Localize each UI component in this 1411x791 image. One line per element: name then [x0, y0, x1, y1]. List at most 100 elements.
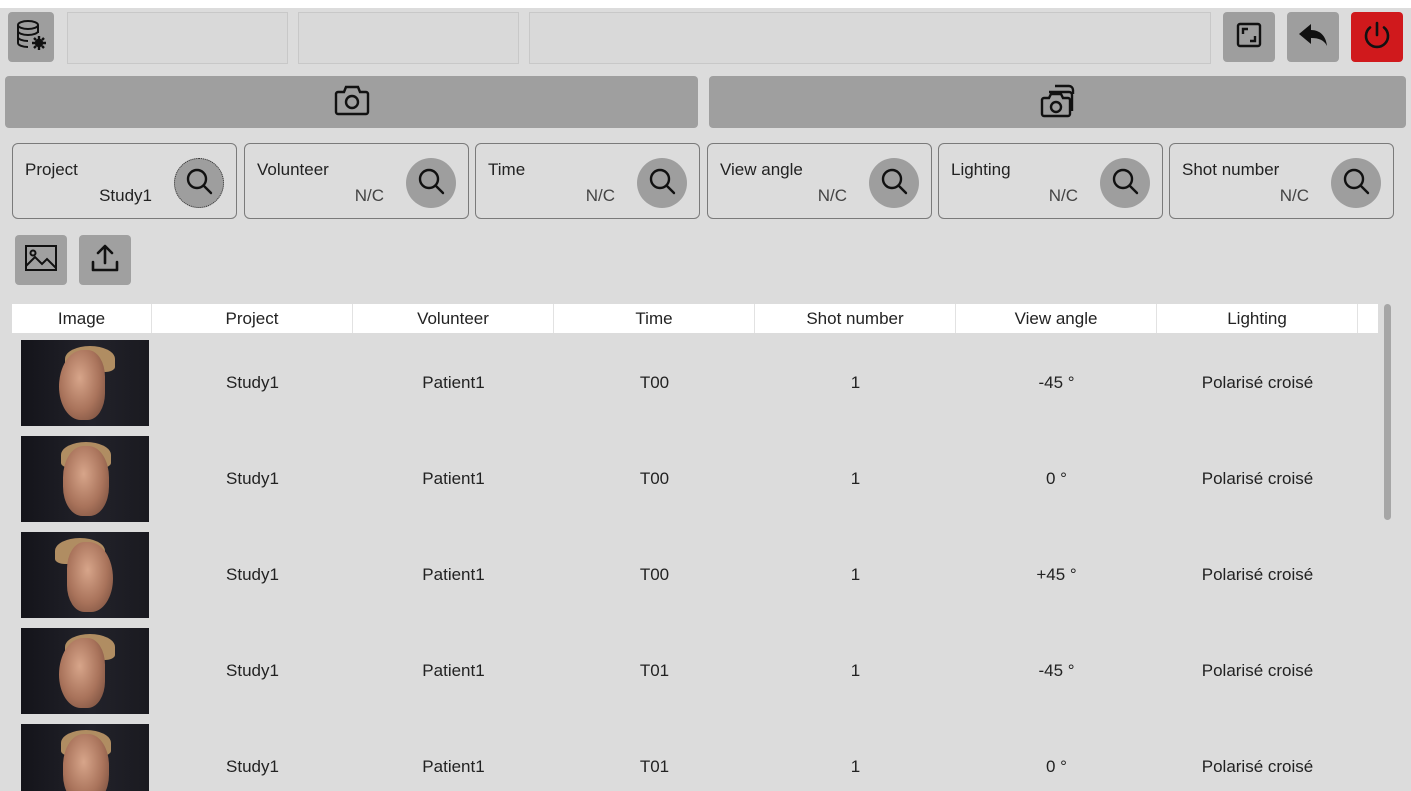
- upload-icon: [89, 242, 121, 279]
- filter-project: Project Study1: [12, 143, 237, 219]
- search-icon: [647, 166, 677, 201]
- cell-volunteer: Patient1: [422, 373, 485, 392]
- cell-view-angle: 0 °: [1046, 757, 1067, 776]
- filter-value: N/C: [1279, 186, 1309, 205]
- cell-time: T00: [639, 373, 670, 392]
- filter-time-search-button[interactable]: [637, 158, 687, 208]
- filter-lighting-search-button[interactable]: [1100, 158, 1150, 208]
- filter-shot-number: Shot number N/C: [1169, 143, 1394, 219]
- thumbnail-image: [21, 340, 149, 426]
- cell-time: T01: [639, 661, 670, 680]
- image-icon: [24, 244, 58, 277]
- filter-label: Lighting: [951, 160, 1011, 179]
- filter-value: N/C: [354, 186, 384, 205]
- table-row[interactable]: Study1 Patient1 T00 1 +45 ° Polarisé cro…: [12, 527, 1378, 623]
- filter-value: Study1: [99, 186, 152, 205]
- database-settings-button[interactable]: [8, 12, 54, 62]
- column-header-shot-number[interactable]: Shot number: [755, 304, 956, 333]
- cell-volunteer: Patient1: [422, 757, 485, 776]
- search-icon: [184, 166, 214, 201]
- upload-button[interactable]: [79, 235, 131, 285]
- cell-time: T01: [639, 757, 670, 776]
- image-cell: [12, 532, 152, 618]
- column-header-view-angle[interactable]: View angle: [956, 304, 1157, 333]
- search-icon: [1110, 166, 1140, 201]
- filter-view-angle-search-button[interactable]: [869, 158, 919, 208]
- thumbnail-image: [21, 628, 149, 714]
- filter-value: N/C: [817, 186, 847, 205]
- status-field-2: [298, 12, 519, 64]
- table-row[interactable]: Study1 Patient1 T01 1 -45 ° Polarisé cro…: [12, 623, 1378, 719]
- cell-view-angle: -45 °: [1038, 661, 1075, 680]
- column-header-time[interactable]: Time: [554, 304, 755, 333]
- cell-project: Study1: [226, 373, 279, 392]
- column-header-volunteer[interactable]: Volunteer: [353, 304, 554, 333]
- filter-label: Project: [25, 160, 78, 179]
- filter-label: Volunteer: [257, 160, 329, 179]
- cell-project: Study1: [226, 469, 279, 488]
- filter-value: N/C: [1048, 186, 1078, 205]
- back-arrow-icon: [1297, 21, 1329, 54]
- table-scrollbar-thumb[interactable]: [1384, 304, 1391, 520]
- capture-single-button[interactable]: [5, 76, 698, 128]
- cell-lighting: Polarisé croisé: [1201, 565, 1314, 584]
- status-field-3: [529, 12, 1211, 64]
- capture-multi-button[interactable]: [709, 76, 1406, 128]
- app-window: Project Study1 Volunteer N/C Time N/C Vi…: [0, 0, 1411, 791]
- column-header-image[interactable]: Image: [12, 304, 152, 333]
- filter-shot-number-search-button[interactable]: [1331, 158, 1381, 208]
- fullscreen-icon: [1234, 20, 1264, 55]
- cell-volunteer: Patient1: [422, 565, 485, 584]
- filter-volunteer: Volunteer N/C: [244, 143, 469, 219]
- image-cell: [12, 436, 152, 522]
- view-image-button[interactable]: [15, 235, 67, 285]
- filter-volunteer-search-button[interactable]: [406, 158, 456, 208]
- cell-project: Study1: [226, 757, 279, 776]
- cell-project: Study1: [226, 661, 279, 680]
- image-cell: [12, 724, 152, 791]
- cell-view-angle: 0 °: [1046, 469, 1067, 488]
- cell-volunteer: Patient1: [422, 469, 485, 488]
- cell-lighting: Polarisé croisé: [1201, 373, 1314, 392]
- back-button[interactable]: [1287, 12, 1339, 62]
- filter-value: N/C: [585, 186, 615, 205]
- thumbnail-image: [21, 436, 149, 522]
- cell-time: T00: [639, 565, 670, 584]
- column-header-spacer: [1358, 304, 1378, 333]
- filter-label: View angle: [720, 160, 803, 179]
- filter-label: Shot number: [1182, 160, 1280, 179]
- image-cell: [12, 628, 152, 714]
- image-cell: [12, 340, 152, 426]
- database-settings-icon: [14, 18, 48, 57]
- cell-shot-number: 1: [850, 757, 861, 776]
- filter-view-angle: View angle N/C: [707, 143, 932, 219]
- results-table: Image Project Volunteer Time Shot number…: [12, 304, 1378, 791]
- fullscreen-button[interactable]: [1223, 12, 1275, 62]
- thumbnail-image: [21, 532, 149, 618]
- search-icon: [1341, 166, 1371, 201]
- search-icon: [416, 166, 446, 201]
- filter-time: Time N/C: [475, 143, 700, 219]
- multi-camera-icon: [1037, 80, 1079, 125]
- cell-shot-number: 1: [850, 565, 861, 584]
- window-top-strip: [0, 0, 1411, 8]
- table-header: Image Project Volunteer Time Shot number…: [12, 304, 1378, 333]
- filter-label: Time: [488, 160, 526, 179]
- cell-view-angle: +45 °: [1036, 565, 1077, 584]
- power-button[interactable]: [1351, 12, 1403, 62]
- cell-volunteer: Patient1: [422, 661, 485, 680]
- table-row[interactable]: Study1 Patient1 T00 1 -45 ° Polarisé cro…: [12, 335, 1378, 431]
- thumbnail-image: [21, 724, 149, 791]
- cell-shot-number: 1: [850, 661, 861, 680]
- camera-icon: [332, 81, 372, 124]
- filter-project-search-button[interactable]: [174, 158, 224, 208]
- cell-lighting: Polarisé croisé: [1201, 757, 1314, 776]
- table-row[interactable]: Study1 Patient1 T01 1 0 ° Polarisé crois…: [12, 719, 1378, 791]
- cell-time: T00: [639, 469, 670, 488]
- column-header-lighting[interactable]: Lighting: [1157, 304, 1358, 333]
- filter-lighting: Lighting N/C: [938, 143, 1163, 219]
- status-field-1: [67, 12, 288, 64]
- table-row[interactable]: Study1 Patient1 T00 1 0 ° Polarisé crois…: [12, 431, 1378, 527]
- power-icon: [1361, 19, 1393, 56]
- column-header-project[interactable]: Project: [152, 304, 353, 333]
